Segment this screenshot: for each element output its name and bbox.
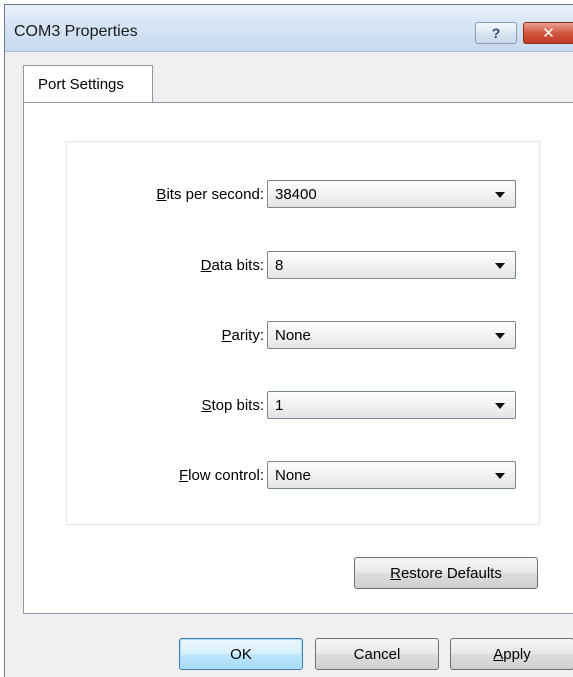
bits-per-second-label: Bits per second: <box>156 186 264 203</box>
stop-bits-label: Stop bits: <box>201 397 264 414</box>
window-title: COM3 Properties <box>14 23 138 40</box>
button-label: Cancel <box>353 645 401 663</box>
dropdown-arrow-icon <box>495 192 505 198</box>
label-text: top bits: <box>211 397 264 414</box>
flow-control-select[interactable]: None <box>267 461 516 489</box>
label-text: its per second: <box>166 186 264 203</box>
dropdown-arrow-icon <box>495 263 505 269</box>
tab-label: Port Settings <box>38 76 124 93</box>
stop-bits-select[interactable]: 1 <box>267 391 516 419</box>
properties-dialog: COM3 Properties ? ✕ Port Settings Bits p… <box>4 4 573 677</box>
button-mnemonic: R <box>390 564 401 582</box>
tab-port-settings[interactable]: Port Settings <box>23 65 153 103</box>
button-label: pply <box>503 645 531 663</box>
dropdown-arrow-icon <box>495 333 505 339</box>
data-bits-select[interactable]: 8 <box>267 251 516 279</box>
close-button[interactable]: ✕ <box>523 22 573 44</box>
select-value: 8 <box>275 257 284 274</box>
parity-label: Parity: <box>221 327 264 344</box>
settings-group: Bits per second: 38400 Data bits: 8 Pari… <box>66 141 540 525</box>
label-text: ata bits: <box>211 257 264 274</box>
select-value: None <box>275 327 311 344</box>
label-mnemonic: F <box>178 467 189 484</box>
select-value: 1 <box>275 397 284 414</box>
data-bits-label: Data bits: <box>201 257 264 274</box>
cancel-button[interactable]: Cancel <box>315 638 439 670</box>
restore-defaults-button[interactable]: Restore Defaults <box>354 557 538 589</box>
label-mnemonic: P <box>221 327 232 344</box>
label-mnemonic: B <box>156 186 167 203</box>
close-icon: ✕ <box>542 25 555 42</box>
label-text: arity: <box>231 327 264 344</box>
button-label: OK <box>230 645 252 663</box>
row-flow-control: Flow control: None <box>67 461 539 491</box>
select-value: None <box>275 467 311 484</box>
label-text: low control: <box>188 467 264 484</box>
help-icon: ? <box>491 25 501 41</box>
row-data-bits: Data bits: 8 <box>67 251 539 281</box>
flow-control-label: Flow control: <box>179 467 264 484</box>
dropdown-arrow-icon <box>495 473 505 479</box>
button-mnemonic: A <box>493 645 504 663</box>
ok-button[interactable]: OK <box>179 638 303 670</box>
bits-per-second-select[interactable]: 38400 <box>267 180 516 208</box>
title-bar[interactable]: COM3 Properties ? ✕ <box>5 5 573 52</box>
help-button[interactable]: ? <box>475 22 517 44</box>
button-label: estore Defaults <box>400 564 502 582</box>
tab-panel-port-settings: Bits per second: 38400 Data bits: 8 Pari… <box>23 102 573 614</box>
label-mnemonic: S <box>201 397 212 414</box>
apply-button[interactable]: Apply <box>450 638 573 670</box>
row-parity: Parity: None <box>67 321 539 351</box>
parity-select[interactable]: None <box>267 321 516 349</box>
row-bits-per-second: Bits per second: 38400 <box>67 180 539 210</box>
select-value: 38400 <box>275 186 317 203</box>
dropdown-arrow-icon <box>495 403 505 409</box>
label-mnemonic: D <box>200 257 212 274</box>
row-stop-bits: Stop bits: 1 <box>67 391 539 421</box>
